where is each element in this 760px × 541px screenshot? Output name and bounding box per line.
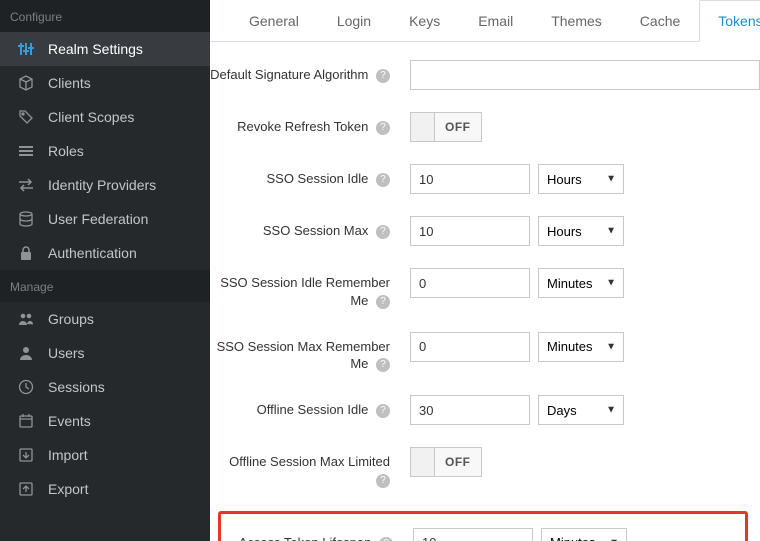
sso-idle-input[interactable] <box>410 164 530 194</box>
sidebar-item-label: Roles <box>48 143 84 159</box>
sso-idle-rm-input[interactable] <box>410 268 530 298</box>
row-default-signature: Default Signature Algorithm ? <box>210 60 760 90</box>
toggle-handle <box>411 113 435 141</box>
sso-max-input[interactable] <box>410 216 530 246</box>
sidebar-item-label: Import <box>48 447 88 463</box>
offline-idle-unit[interactable]: Days <box>538 395 624 425</box>
sso-max-unit[interactable]: Hours <box>538 216 624 246</box>
label-sso-max-rm: SSO Session Max Remember Me ? <box>210 332 400 374</box>
sidebar-item-import[interactable]: Import <box>0 438 210 472</box>
access-token-lifespan-input[interactable] <box>413 528 533 541</box>
sidebar-item-authentication[interactable]: Authentication <box>0 236 210 270</box>
default-signature-input[interactable] <box>410 60 760 90</box>
help-icon[interactable]: ? <box>376 358 390 372</box>
row-sso-max-rm: SSO Session Max Remember Me ? Minutes▼ <box>210 332 760 374</box>
sidebar-item-user-federation[interactable]: User Federation <box>0 202 210 236</box>
row-revoke-refresh: Revoke Refresh Token ? OFF <box>210 112 760 142</box>
sso-idle-rm-unit[interactable]: Minutes <box>538 268 624 298</box>
highlighted-access-token-row: Access Token Lifespan ? Minutes▼ <box>218 511 748 541</box>
help-icon[interactable]: ? <box>376 121 390 135</box>
help-icon[interactable]: ? <box>376 173 390 187</box>
sso-idle-unit[interactable]: Hours <box>538 164 624 194</box>
label-default-signature: Default Signature Algorithm ? <box>210 60 400 84</box>
sidebar-item-sessions[interactable]: Sessions <box>0 370 210 404</box>
label-revoke-refresh: Revoke Refresh Token ? <box>210 112 400 136</box>
sso-max-rm-unit[interactable]: Minutes <box>538 332 624 362</box>
database-icon <box>18 211 34 227</box>
offline-max-toggle[interactable]: OFF <box>410 447 482 477</box>
row-sso-max: SSO Session Max ? Hours▼ <box>210 216 760 246</box>
tab-email[interactable]: Email <box>459 0 532 42</box>
sidebar-section-configure: Configure <box>0 0 210 32</box>
sidebar-item-label: Groups <box>48 311 94 327</box>
row-offline-idle: Offline Session Idle ? Days▼ <box>210 395 760 425</box>
tab-cache[interactable]: Cache <box>621 0 699 42</box>
group-icon <box>18 311 34 327</box>
help-icon[interactable]: ? <box>376 69 390 83</box>
sidebar-item-label: Export <box>48 481 88 497</box>
tab-tokens[interactable]: Tokens <box>699 0 760 42</box>
help-icon[interactable]: ? <box>376 404 390 418</box>
sidebar-item-label: Events <box>48 413 91 429</box>
import-icon <box>18 447 34 463</box>
sidebar-item-label: Authentication <box>48 245 137 261</box>
row-offline-max: Offline Session Max Limited ? OFF <box>210 447 760 489</box>
sidebar-item-roles[interactable]: Roles <box>0 134 210 168</box>
cube-icon <box>18 75 34 91</box>
sidebar: Configure Realm Settings Clients Client … <box>0 0 210 541</box>
sidebar-item-clients[interactable]: Clients <box>0 66 210 100</box>
exchange-icon <box>18 177 34 193</box>
tokens-form: Default Signature Algorithm ? Revoke Ref… <box>210 42 760 541</box>
sidebar-item-groups[interactable]: Groups <box>0 302 210 336</box>
label-access-token-lifespan: Access Token Lifespan ? <box>221 528 403 541</box>
toggle-state: OFF <box>435 113 481 141</box>
sidebar-item-events[interactable]: Events <box>0 404 210 438</box>
user-icon <box>18 345 34 361</box>
lock-icon <box>18 245 34 261</box>
help-icon[interactable]: ? <box>379 537 393 541</box>
sso-max-rm-input[interactable] <box>410 332 530 362</box>
tab-themes[interactable]: Themes <box>532 0 621 42</box>
row-access-token-lifespan: Access Token Lifespan ? Minutes▼ <box>221 528 745 541</box>
label-sso-max: SSO Session Max ? <box>210 216 400 240</box>
sidebar-item-export[interactable]: Export <box>0 472 210 506</box>
list-icon <box>18 143 34 159</box>
export-icon <box>18 481 34 497</box>
row-sso-idle-rm: SSO Session Idle Remember Me ? Minutes▼ <box>210 268 760 310</box>
toggle-state: OFF <box>435 448 481 476</box>
help-icon[interactable]: ? <box>376 225 390 239</box>
main-content: General Login Keys Email Themes Cache To… <box>210 0 760 541</box>
tab-general[interactable]: General <box>230 0 318 42</box>
label-offline-max: Offline Session Max Limited ? <box>210 447 400 489</box>
access-token-lifespan-unit[interactable]: Minutes <box>541 528 627 541</box>
help-icon[interactable]: ? <box>376 474 390 488</box>
label-sso-idle-rm: SSO Session Idle Remember Me ? <box>210 268 400 310</box>
sidebar-item-client-scopes[interactable]: Client Scopes <box>0 100 210 134</box>
sidebar-item-users[interactable]: Users <box>0 336 210 370</box>
sidebar-item-label: Client Scopes <box>48 109 134 125</box>
label-sso-idle: SSO Session Idle ? <box>210 164 400 188</box>
row-sso-idle: SSO Session Idle ? Hours▼ <box>210 164 760 194</box>
sidebar-section-manage: Manage <box>0 270 210 302</box>
sliders-icon <box>18 41 34 57</box>
sidebar-item-realm-settings[interactable]: Realm Settings <box>0 32 210 66</box>
sidebar-item-label: User Federation <box>48 211 148 227</box>
sidebar-item-label: Sessions <box>48 379 105 395</box>
tab-keys[interactable]: Keys <box>390 0 459 42</box>
offline-idle-input[interactable] <box>410 395 530 425</box>
sidebar-item-label: Clients <box>48 75 91 91</box>
sidebar-item-label: Realm Settings <box>48 41 143 57</box>
sidebar-item-identity-providers[interactable]: Identity Providers <box>0 168 210 202</box>
sidebar-item-label: Users <box>48 345 85 361</box>
help-icon[interactable]: ? <box>376 295 390 309</box>
calendar-icon <box>18 413 34 429</box>
tab-bar: General Login Keys Email Themes Cache To… <box>210 0 760 42</box>
tags-icon <box>18 109 34 125</box>
clock-icon <box>18 379 34 395</box>
tab-login[interactable]: Login <box>318 0 390 42</box>
label-offline-idle: Offline Session Idle ? <box>210 395 400 419</box>
toggle-handle <box>411 448 435 476</box>
revoke-refresh-toggle[interactable]: OFF <box>410 112 482 142</box>
sidebar-item-label: Identity Providers <box>48 177 156 193</box>
